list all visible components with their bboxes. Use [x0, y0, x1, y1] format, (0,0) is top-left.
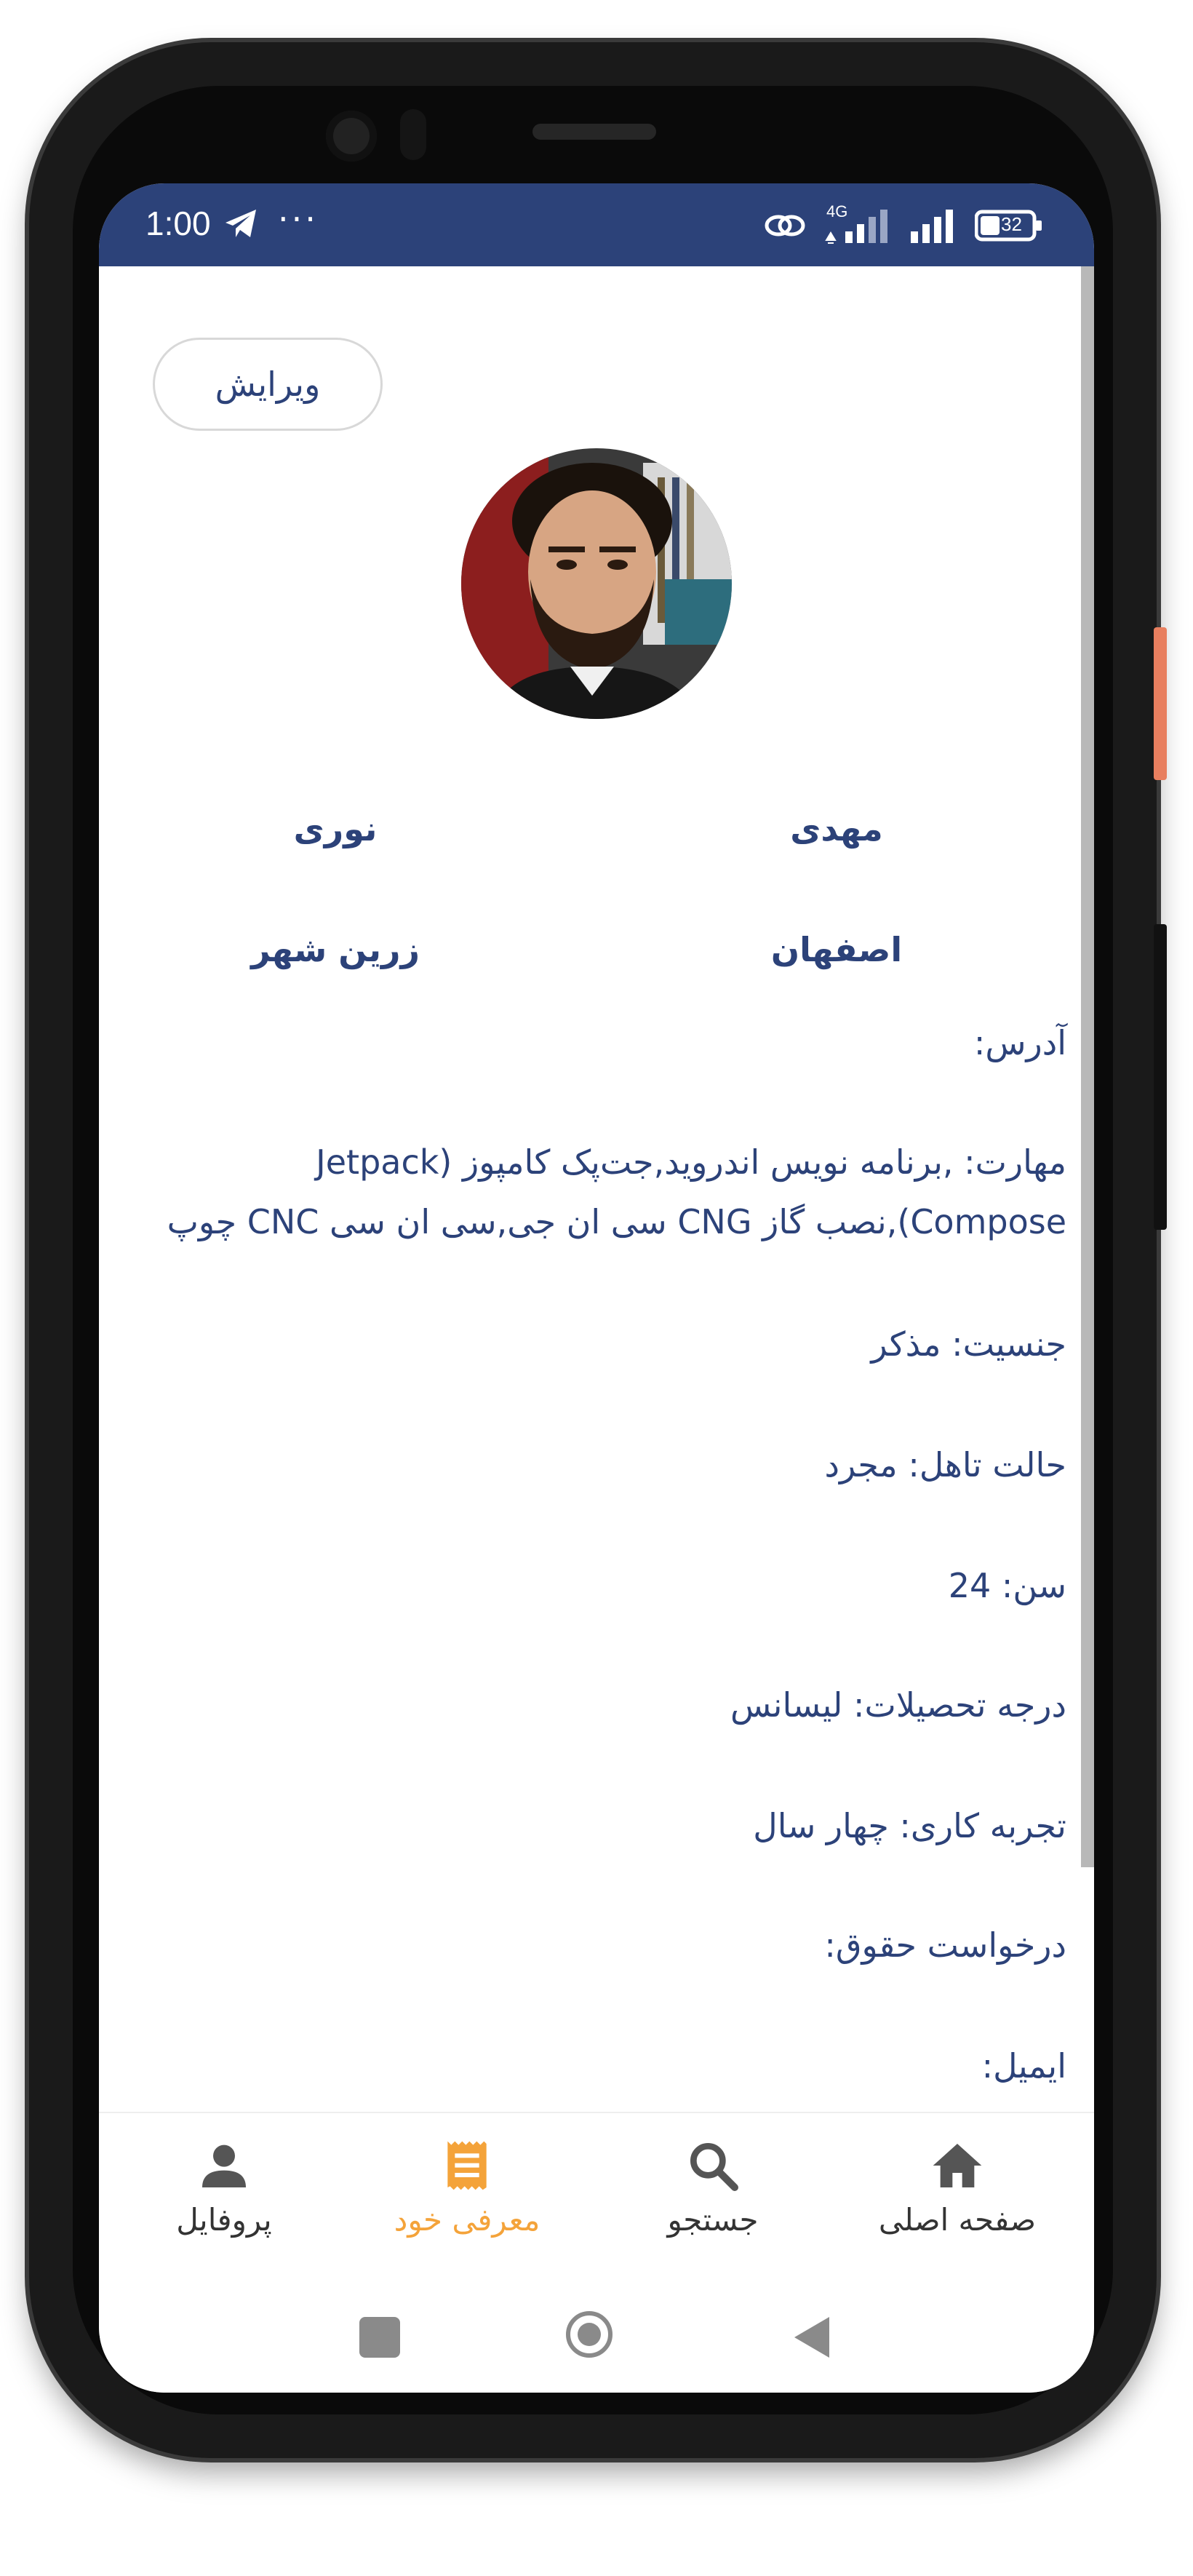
- experience-field: تجربه کاری: چهار سال: [753, 1806, 1066, 1845]
- age-field: سن: 24: [948, 1566, 1066, 1605]
- proximity-sensor: [400, 109, 426, 160]
- nav-profile-label: پروفایل: [176, 2202, 272, 2238]
- marital-status-field: حالت تاهل: مجرد: [824, 1445, 1067, 1484]
- avatar: [461, 448, 732, 719]
- home-icon: [933, 2144, 982, 2187]
- last-name: نوری: [293, 809, 378, 848]
- signal-icon: [911, 210, 953, 243]
- nav-home[interactable]: صفحه اصلی: [848, 2136, 1066, 2267]
- province: اصفهان: [770, 930, 903, 969]
- nav-profile[interactable]: پروفایل: [115, 2136, 333, 2267]
- city: زرین شهر: [251, 930, 420, 969]
- network-4g-signal-icon: 4G: [822, 202, 892, 246]
- email-field: ایمیل:: [981, 2046, 1066, 2086]
- nav-search[interactable]: جستجو: [604, 2136, 822, 2267]
- receipt-icon: [447, 2141, 487, 2190]
- skills-line-2: Compose),نصب گاز CNG سی ان جی,سی ان سی C…: [167, 1202, 1066, 1241]
- back-button[interactable]: [791, 2314, 832, 2361]
- power-button: [1154, 627, 1167, 780]
- status-icons: 4G 32: [764, 202, 1045, 246]
- address-field: آدرس:: [973, 1023, 1066, 1062]
- gender-field: جنسیت: مذکر: [871, 1324, 1066, 1364]
- nav-introduce-label: معرفی خود: [394, 2202, 540, 2238]
- volume-button: [1154, 924, 1167, 1230]
- battery-icon: 32: [975, 209, 1045, 242]
- nav-introduce[interactable]: معرفی خود: [358, 2136, 576, 2267]
- nav-search-label: جستجو: [667, 2202, 759, 2238]
- more-notifications-icon: ···: [278, 199, 319, 239]
- system-navigation-bar: [99, 2286, 1094, 2393]
- app-screen: 1:00 ··· 4G 32 ویرایش مهدی نوری اصفهان ز…: [99, 183, 1094, 2393]
- first-name: مهدی: [790, 809, 883, 848]
- person-icon: [202, 2144, 246, 2187]
- front-camera-icon: [326, 111, 377, 162]
- education-field: درجه تحصیلات: لیسانس: [730, 1685, 1066, 1725]
- scroll-indicator[interactable]: [1081, 266, 1094, 1867]
- link-icon: [765, 215, 805, 236]
- recents-button[interactable]: [359, 2317, 400, 2358]
- status-time: 1:00: [145, 204, 211, 242]
- search-icon: [690, 2143, 738, 2191]
- earpiece-speaker: [532, 124, 656, 140]
- status-bar: 1:00 ··· 4G 32: [99, 183, 1094, 266]
- nav-home-label: صفحه اصلی: [878, 2202, 1037, 2238]
- skills-line-1: مهارت: ,برنامه نویس اندروید,جت‌پک کامپوز…: [316, 1142, 1066, 1182]
- edit-button[interactable]: ویرایش: [153, 338, 383, 431]
- home-button[interactable]: [566, 2311, 613, 2358]
- salary-request-field: درخواست حقوق:: [824, 1925, 1066, 1965]
- telegram-icon: [226, 210, 256, 237]
- skills-field: مهارت: ,برنامه نویس اندروید,جت‌پک کامپوز…: [135, 1132, 1066, 1252]
- bottom-navigation: صفحه اصلی جستجو معرفی خود پروفایل: [99, 2112, 1094, 2286]
